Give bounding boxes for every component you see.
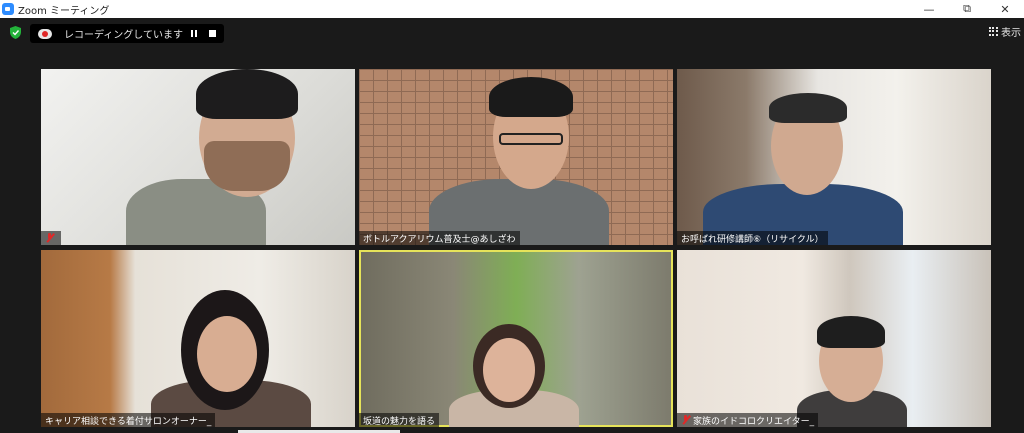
participant-video <box>677 69 991 245</box>
close-button[interactable]: ✕ <box>986 0 1024 18</box>
window-controls: — ⧉ ✕ <box>910 0 1024 18</box>
restore-button[interactable]: ⧉ <box>948 0 986 18</box>
participant-name-label: お呼ばれ研修講師⑥（リサイクル） <box>677 231 828 245</box>
meeting-area: レコーディングしています... 表示 ボトルアクアリウム普及士@あしざわ お呼ば… <box>0 18 1024 433</box>
video-tile[interactable]: キャリア相談できる着付サロンオーナー_ <box>41 250 355 427</box>
participant-video <box>359 250 673 427</box>
view-button-label: 表示 <box>1001 28 1021 39</box>
video-tile[interactable]: 家族のイドコロクリエイター_ <box>677 250 991 427</box>
participant-video <box>41 69 355 245</box>
participant-name-label: キャリア相談できる着付サロンオーナー_ <box>41 413 216 427</box>
pause-icon <box>191 30 197 37</box>
stop-recording-button[interactable] <box>204 26 220 42</box>
participant-name: ボトルアクアリウム普及士@あしざわ <box>363 234 516 245</box>
participant-name-label: ボトルアクアリウム普及士@あしざわ <box>359 231 520 245</box>
participant-name: 家族のイドコロクリエイター_ <box>693 416 815 427</box>
video-tile-active-speaker[interactable]: 坂道の魅力を語る <box>359 250 673 427</box>
zoom-app-icon <box>2 3 14 15</box>
participant-name: お呼ばれ研修講師⑥（リサイクル） <box>681 234 824 245</box>
video-tile[interactable]: ボトルアクアリウム普及士@あしざわ <box>359 69 673 245</box>
muted-mic-icon <box>45 233 54 243</box>
minimize-button[interactable]: — <box>910 0 948 18</box>
participant-name: キャリア相談できる着付サロンオーナー_ <box>45 416 212 427</box>
recording-status-text: レコーディングしています... <box>64 30 184 41</box>
window-title: Zoom ミーティング <box>18 5 110 17</box>
view-button[interactable]: 表示 <box>989 24 1021 39</box>
participant-name: 坂道の魅力を語る <box>363 416 436 427</box>
video-tile[interactable]: お呼ばれ研修講師⑥（リサイクル） <box>677 69 991 245</box>
shield-icon[interactable] <box>10 26 21 39</box>
participant-name-label: 坂道の魅力を語る <box>359 413 440 427</box>
participant-video <box>41 250 355 427</box>
muted-mic-icon <box>681 415 690 425</box>
participant-video <box>677 250 991 427</box>
grid-view-icon <box>989 27 998 36</box>
participant-name-label <box>41 231 61 245</box>
recording-indicator: レコーディングしています... <box>30 24 224 43</box>
window-titlebar: Zoom ミーティング — ⧉ ✕ <box>0 0 1024 18</box>
participant-name-label: 家族のイドコロクリエイター_ <box>677 413 819 427</box>
video-tile[interactable] <box>41 69 355 245</box>
cloud-record-icon <box>38 28 52 39</box>
participant-video <box>359 69 673 245</box>
stop-icon <box>208 30 216 37</box>
pause-recording-button[interactable] <box>186 26 202 42</box>
